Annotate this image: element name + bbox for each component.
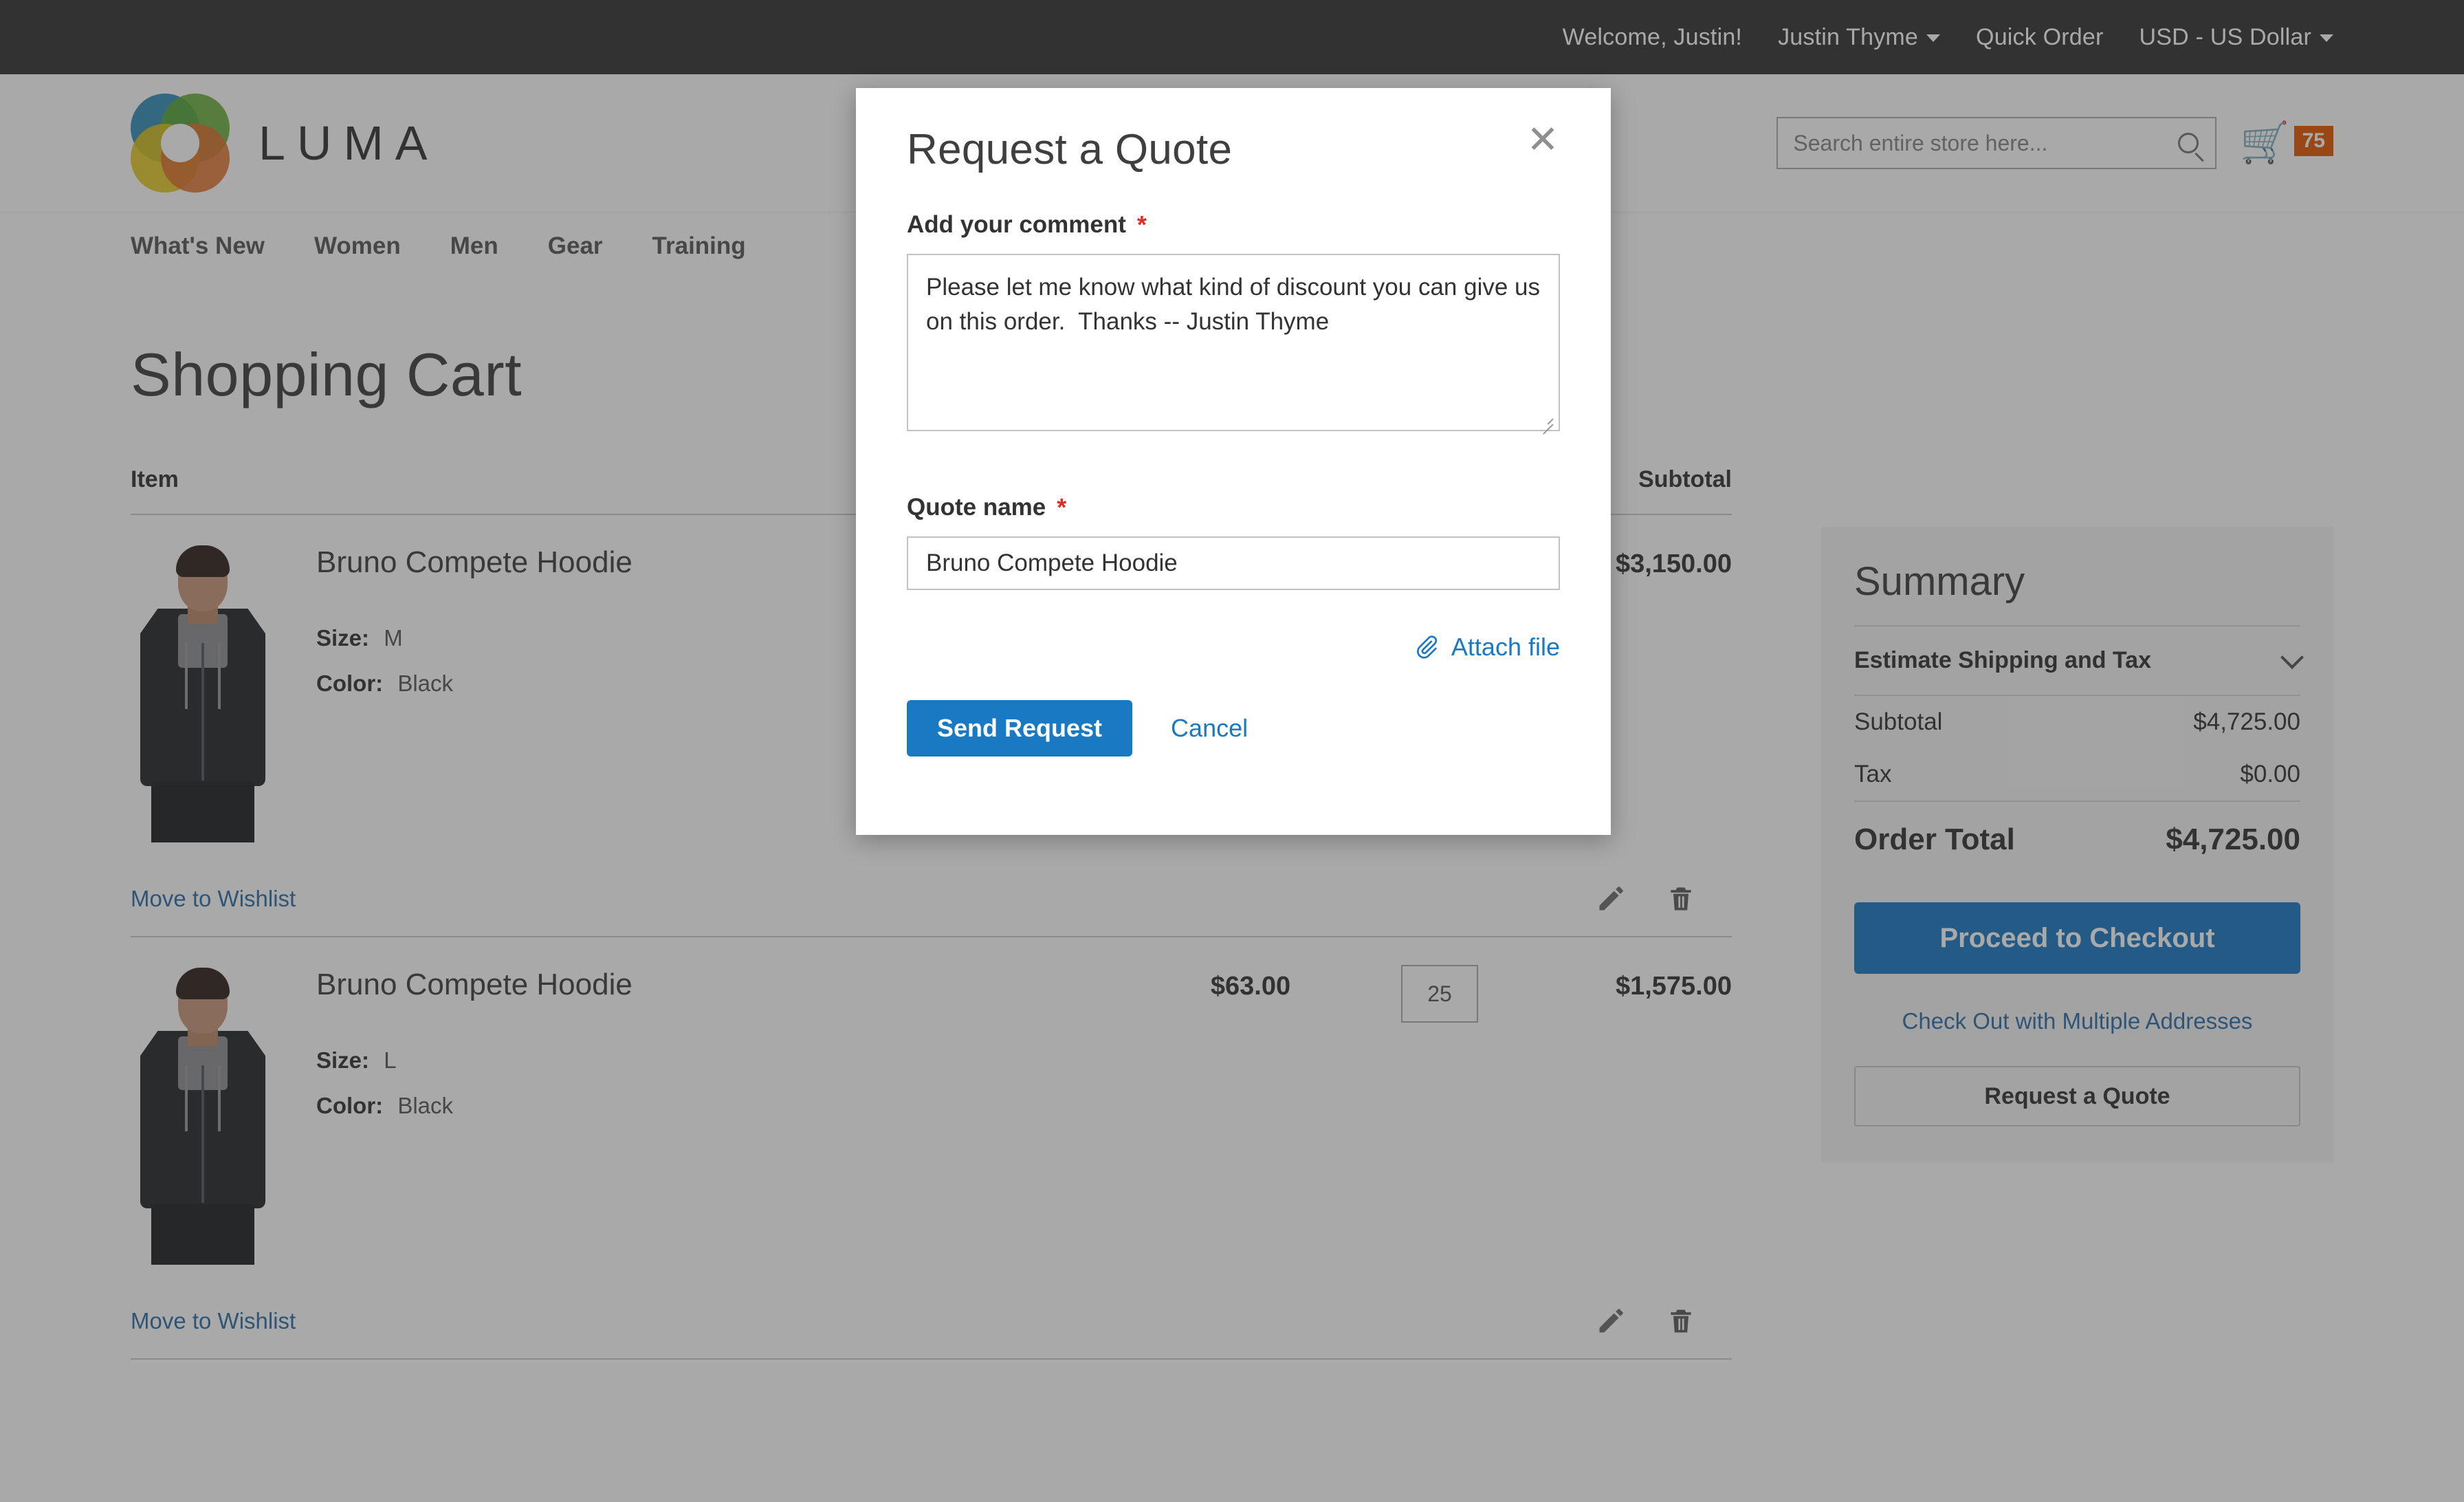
modal-title: Request a Quote bbox=[907, 125, 1560, 174]
required-asterisk: * bbox=[1057, 495, 1066, 520]
comment-label-text: Add your comment bbox=[907, 211, 1126, 239]
comment-textarea[interactable] bbox=[907, 254, 1560, 431]
request-a-quote-modal: ✕ Request a Quote Add your comment * Quo… bbox=[856, 88, 1611, 835]
attach-file-link[interactable]: Attach file bbox=[1414, 633, 1560, 662]
quote-name-input[interactable] bbox=[907, 536, 1560, 590]
quote-name-label-text: Quote name bbox=[907, 494, 1046, 521]
close-icon[interactable]: ✕ bbox=[1517, 114, 1568, 165]
quote-name-field-label: Quote name * bbox=[907, 494, 1560, 521]
attach-file-label: Attach file bbox=[1451, 633, 1560, 662]
paperclip-icon bbox=[1414, 635, 1439, 660]
comment-field-label: Add your comment * bbox=[907, 211, 1560, 239]
page-root: Welcome, Justin! Justin Thyme Quick Orde… bbox=[0, 0, 2464, 1502]
send-request-button[interactable]: Send Request bbox=[907, 700, 1132, 757]
required-asterisk: * bbox=[1137, 213, 1147, 237]
cancel-button[interactable]: Cancel bbox=[1171, 714, 1248, 743]
